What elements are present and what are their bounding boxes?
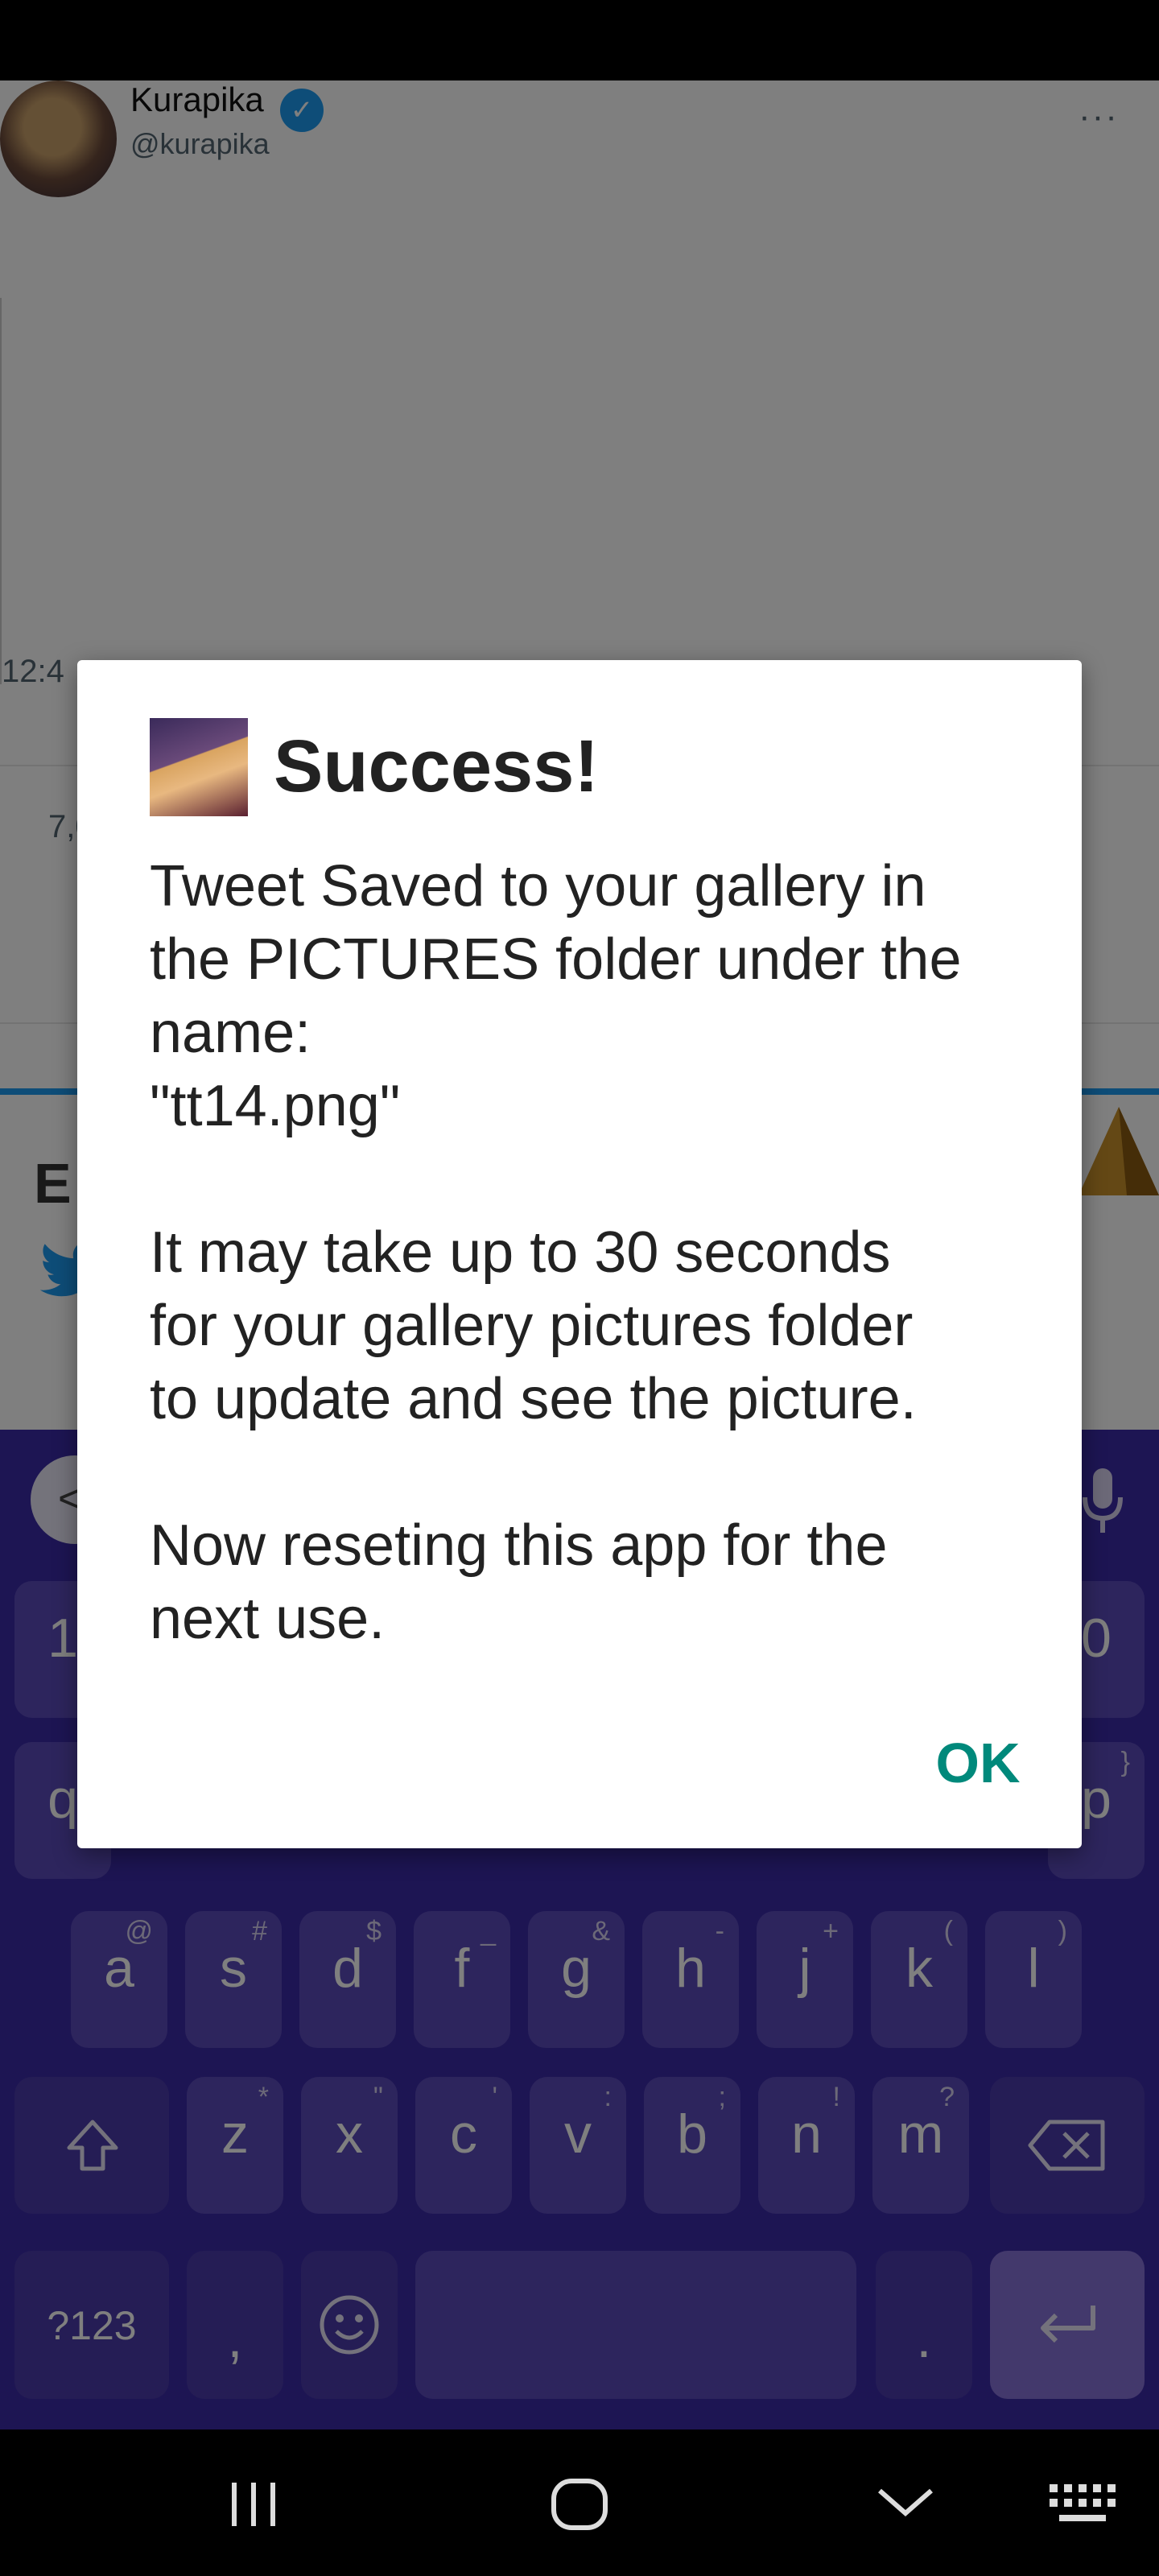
status-bar — [0, 0, 1159, 80]
recent-apps-icon[interactable] — [225, 2476, 282, 2533]
dialog-title: Success! — [274, 725, 600, 807]
chevron-down-icon[interactable] — [873, 2481, 938, 2521]
dialog-message: Tweet Saved to your gallery in the PICTU… — [150, 854, 962, 1651]
home-icon[interactable] — [547, 2476, 612, 2533]
navigation-bar — [0, 2429, 1159, 2576]
success-dialog: Success! Tweet Saved to your gallery in … — [77, 660, 1082, 1848]
keyboard-icon[interactable] — [1046, 2479, 1119, 2528]
app-icon — [150, 718, 248, 816]
ok-button[interactable]: OK — [901, 1715, 1054, 1811]
